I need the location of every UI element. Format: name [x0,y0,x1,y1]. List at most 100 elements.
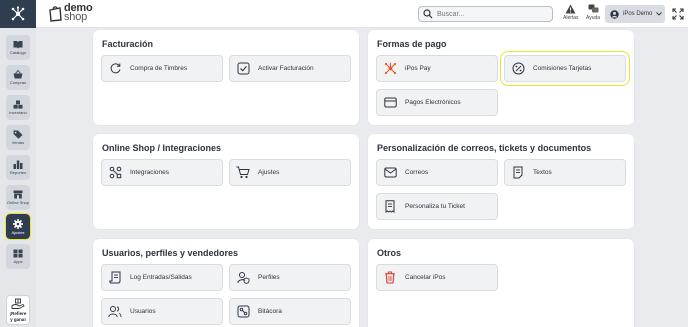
cancelar-ipos-button[interactable]: Cancelar iPos [376,264,498,291]
section-title: Facturación [102,39,154,49]
card-label: Bitácora [258,308,282,315]
menu-tile[interactable] [0,0,36,28]
perfiles-button[interactable]: Perfiles [229,264,351,291]
search-icon [423,9,433,19]
sidebar-item-catalogo[interactable]: Catálogo [6,35,30,60]
personaliza-ticket-button[interactable]: Personaliza tu Ticket [376,193,498,220]
fullscreen-button[interactable] [672,7,684,25]
credit-card-icon [383,97,397,108]
correos-button[interactable]: Correos [376,159,498,186]
panel-usuarios: Usuarios, perfiles y vendedores Log Entr… [93,239,359,327]
warning-icon [565,4,576,14]
sidebar-item-inventario[interactable]: Inventario [6,95,30,120]
sidebar-item-ventas[interactable]: Ventas [6,125,30,150]
section-title: Formas de pago [377,39,447,49]
apps-icon [13,249,23,258]
panel-personalizacion: Personalización de correos, tickets y do… [368,134,634,229]
user-menu[interactable]: iPos Demo [605,5,665,23]
search-box[interactable] [418,6,553,22]
sidebar-item-apps[interactable]: Apps [6,244,30,269]
card-label: Pagos Electrónicos [405,99,461,106]
bar-chart-icon [13,160,23,169]
panel-online-shop: Online Shop / Integraciones Integracione… [93,134,359,229]
card-label: Personaliza tu Ticket [405,203,465,210]
user-name: iPos Demo [623,11,653,17]
sidebar-item-compras[interactable]: Compras [6,65,30,90]
pagos-electronicos-button[interactable]: Pagos Electrónicos [376,89,498,116]
help-button[interactable]: Ayuda [586,4,600,21]
card-label: Perfiles [258,274,280,281]
users-icon [108,306,122,318]
sidebar-item-label: Online Shop [6,200,29,205]
integrations-icon [109,166,121,179]
card-label: Cancelar iPos [405,274,446,281]
envelope-icon [383,167,397,178]
sidebar-item-label: Reportes [9,170,27,175]
basket-icon [13,70,23,79]
trash-icon [385,271,395,284]
card-label: Compra de Timbres [130,65,188,72]
book-icon [13,41,23,49]
refer-label-2: y gana! [10,317,26,322]
ipos-pay-icon [384,62,396,75]
textos-button[interactable]: Textos [504,159,626,186]
section-title: Otros [377,248,402,258]
sidebar: Catálogo Compras Inventario Ventas Repor… [0,28,36,327]
log-document-icon [109,271,121,284]
comisiones-tarjetas-button[interactable]: Comisiones Tarjetas [500,51,630,86]
card-label: Log Entradas/Salidas [130,274,192,281]
card-label: iPos Pay [405,65,431,72]
sidebar-item-label: Compras [9,80,27,85]
panel-formas-pago: Formas de pago iPos Pay Comisiones Tarje… [368,30,634,125]
compra-timbres-button[interactable]: Compra de Timbres [101,55,223,82]
search-input[interactable] [437,10,547,18]
card-label: Usuarios [130,308,156,315]
panel-otros: Otros Cancelar iPos [368,239,634,327]
chevron-down-icon [656,12,663,16]
ajustes-shop-button[interactable]: Ajustes [229,159,351,186]
expand-icon [672,8,684,20]
shopping-bag-icon [49,5,62,22]
sidebar-item-label: Catálogo [9,50,26,55]
help-label: Ayuda [586,15,601,21]
gear-icon [13,218,23,229]
card-label: Textos [533,169,552,176]
alerts-button[interactable]: Alertas [563,4,579,21]
user-shield-icon [236,272,249,284]
sidebar-item-label: Apps [13,259,23,264]
sidebar-item-label: Ajustes [11,229,25,235]
card-label: Integraciones [130,169,170,176]
sidebar-item-online-shop[interactable]: Online Shop [6,185,30,210]
tag-icon [13,130,23,139]
card-label: Ajustes [258,169,280,176]
usuarios-button[interactable]: Usuarios [101,298,223,325]
checkbox-icon [237,62,249,75]
panel-facturacion: Facturación Compra de Timbres Activar Fa… [93,30,359,125]
alerts-label: Alertas [563,15,579,21]
card-label: Comisiones Tarjetas [533,65,592,72]
boxes-icon [13,100,23,109]
document-icon [513,166,523,179]
sidebar-item-label: Inventario [9,110,27,115]
refer-label-1: ¡Refiere [9,311,27,316]
demo-shop-logo[interactable]: demo shop [48,3,93,23]
ipos-pay-button[interactable]: iPos Pay [376,55,498,82]
refresh-icon [110,63,120,74]
top-bar: demo shop Alertas Ayuda iPos Demo [0,0,688,28]
gift-hand-icon [11,298,25,309]
bitacora-button[interactable]: Bitácora [229,298,351,325]
sidebar-item-reportes[interactable]: Reportes [6,155,30,180]
activar-facturacion-button[interactable]: Activar Facturación [229,55,351,82]
store-icon [13,190,23,199]
refer-and-earn-button[interactable]: ¡Refiere y gana! [6,295,30,325]
log-entradas-button[interactable]: Log Entradas/Salidas [101,264,223,291]
network-icon [11,6,25,21]
sidebar-item-ajustes[interactable]: Ajustes [5,213,31,240]
card-label: Correos [405,169,429,176]
section-title: Personalización de correos, tickets y do… [377,143,592,153]
chat-bubbles-icon [588,4,599,13]
integraciones-button[interactable]: Integraciones [101,159,223,186]
user-avatar-icon [610,9,619,19]
cart-icon [236,166,250,179]
sidebar-item-label: Ventas [11,140,25,145]
